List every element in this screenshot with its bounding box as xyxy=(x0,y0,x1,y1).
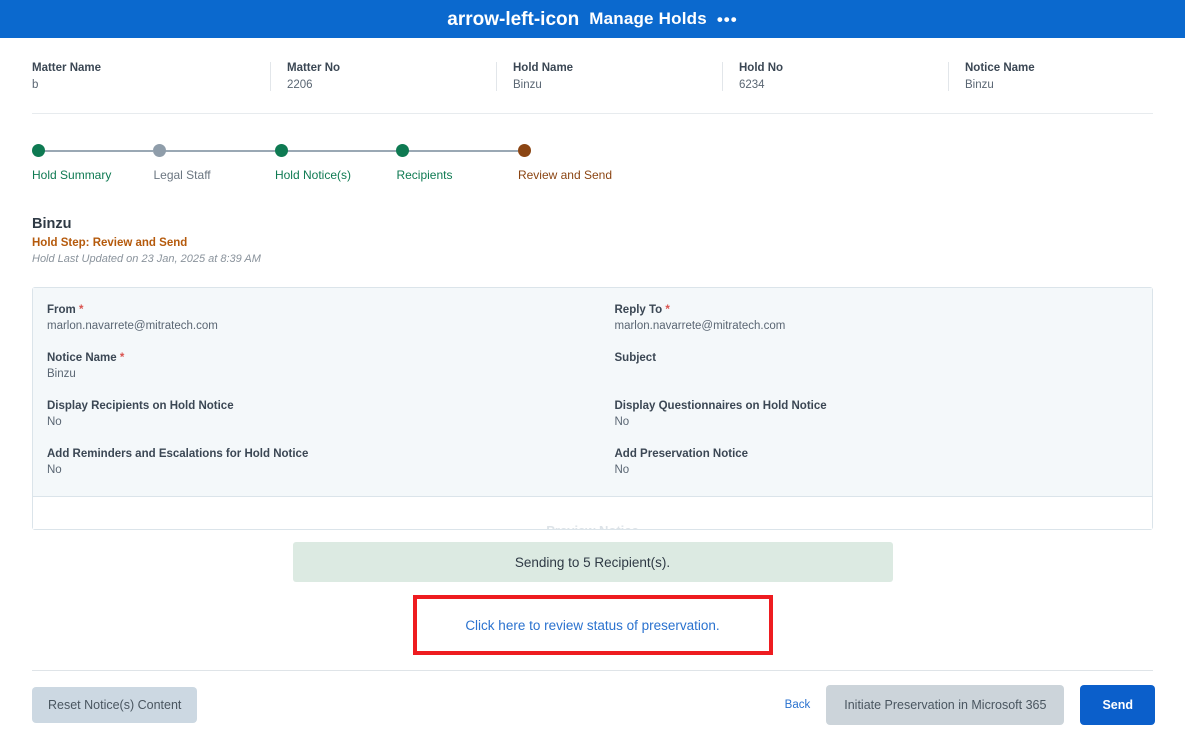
step-dot xyxy=(274,144,288,157)
hold-progress-stepper: Hold Summary Legal Staff Hold Notice(s) … xyxy=(0,114,1185,182)
hold-last-updated: Hold Last Updated on 23 Jan, 2025 at 8:3… xyxy=(32,253,261,265)
field-label: From * xyxy=(47,304,84,316)
meta-value: Binzu xyxy=(513,79,542,91)
field-from: From * marlon.navarrete@mitratech.com xyxy=(47,304,579,334)
step-dot xyxy=(396,144,410,157)
field-reply-to: Reply To * marlon.navarrete@mitratech.co… xyxy=(615,304,1139,334)
step-connector-line xyxy=(38,150,154,152)
meta-label: Notice Name xyxy=(965,62,1035,74)
meta-value: Binzu xyxy=(965,79,994,91)
step-connector-line xyxy=(402,150,518,152)
field-label: Notice Name * xyxy=(47,352,125,364)
overflow-menu-icon[interactable]: ••• xyxy=(717,11,738,28)
footer-action-bar: Reset Notice(s) Content Back Initiate Pr… xyxy=(0,671,1185,725)
step-review-and-send[interactable]: Review and Send xyxy=(517,144,612,182)
page-title: Manage Holds xyxy=(589,9,707,28)
step-label: Hold Summary xyxy=(32,168,112,182)
meta-label: Hold Name xyxy=(513,62,574,74)
field-display-recipients: Display Recipients on Hold Notice No xyxy=(47,400,579,430)
preservation-status-highlight-box: Click here to review status of preservat… xyxy=(412,595,773,655)
step-connector-line xyxy=(280,150,397,152)
back-arrow-icon[interactable]: arrow-left-icon xyxy=(447,10,579,29)
step-dot xyxy=(517,144,531,157)
field-value: No xyxy=(614,464,630,476)
required-marker: * xyxy=(75,304,84,316)
field-value: No xyxy=(47,416,62,428)
send-button[interactable]: Send xyxy=(1080,685,1155,725)
field-label: Subject xyxy=(614,352,657,364)
banner-text: Sending to 5 Recipient(s). xyxy=(514,554,671,570)
field-value: No xyxy=(47,464,62,476)
initiate-preservation-button[interactable]: Initiate Preservation in Microsoft 365 xyxy=(826,685,1065,725)
field-label: Reply To * xyxy=(614,304,670,316)
step-dot xyxy=(153,144,167,157)
field-value: marlon.navarrete@mitratech.com xyxy=(614,320,786,332)
field-label: Add Preservation Notice xyxy=(614,448,749,460)
app-top-bar: arrow-left-icon Manage Holds ••• xyxy=(0,0,1185,38)
step-hold-summary[interactable]: Hold Summary xyxy=(32,144,154,182)
step-connector-line xyxy=(159,150,275,152)
field-add-reminders-escalations: Add Reminders and Escalations for Hold N… xyxy=(47,448,579,478)
step-label: Hold Notice(s) xyxy=(274,168,351,182)
preservation-status-link[interactable]: Click here to review status of preservat… xyxy=(465,618,719,633)
meta-label: Matter Name xyxy=(32,62,102,74)
hold-step-label: Hold Step: Review and Send xyxy=(32,237,188,249)
field-add-preservation-notice: Add Preservation Notice No xyxy=(615,448,1139,478)
field-label: Add Reminders and Escalations for Hold N… xyxy=(47,448,309,460)
step-label: Review and Send xyxy=(517,168,612,182)
field-value xyxy=(615,368,1139,382)
step-label: Recipients xyxy=(396,168,453,182)
meta-value: 6234 xyxy=(739,79,765,91)
step-recipients[interactable]: Recipients xyxy=(396,144,518,182)
details-column-left: From * marlon.navarrete@mitratech.com No… xyxy=(33,304,593,480)
notice-details-panel: From * marlon.navarrete@mitratech.com No… xyxy=(32,287,1153,530)
field-subject: Subject xyxy=(615,352,1139,382)
hold-header: Binzu Hold Step: Review and Send Hold La… xyxy=(0,182,1185,265)
field-label: Display Recipients on Hold Notice xyxy=(47,400,234,412)
panel-footer: Preview Notice xyxy=(33,497,1152,529)
meta-label: Matter No xyxy=(287,62,341,74)
reset-notice-content-button[interactable]: Reset Notice(s) Content xyxy=(32,687,198,723)
meta-item-matter-name: Matter Name b xyxy=(32,62,270,91)
field-label: Display Questionnaires on Hold Notice xyxy=(614,400,827,412)
step-label: Legal Staff xyxy=(153,168,211,182)
details-column-right: Reply To * marlon.navarrete@mitratech.co… xyxy=(593,304,1153,480)
step-dot xyxy=(32,144,45,157)
field-value: No xyxy=(614,416,630,428)
required-marker: * xyxy=(662,304,670,316)
meta-item-hold-name: Hold Name Binzu xyxy=(496,62,722,91)
field-value: Binzu xyxy=(47,368,76,380)
meta-item-matter-no: Matter No 2206 xyxy=(270,62,496,91)
hold-name-heading: Binzu xyxy=(32,216,72,232)
field-notice-name: Notice Name * Binzu xyxy=(47,352,579,382)
back-link[interactable]: Back xyxy=(785,699,811,711)
required-marker: * xyxy=(116,352,125,364)
meta-label: Hold No xyxy=(739,62,784,74)
step-legal-staff[interactable]: Legal Staff xyxy=(153,144,275,182)
sending-status-banner: Sending to 5 Recipient(s). xyxy=(292,542,893,582)
matter-meta-strip: Matter Name b Matter No 2206 Hold Name B… xyxy=(0,38,1185,91)
meta-value: 2206 xyxy=(287,79,313,91)
field-value: marlon.navarrete@mitratech.com xyxy=(47,320,218,332)
clipped-preview-notice-text: Preview Notice xyxy=(33,523,1152,529)
meta-item-hold-no: Hold No 6234 xyxy=(722,62,948,91)
step-hold-notices[interactable]: Hold Notice(s) xyxy=(274,144,397,182)
field-display-questionnaires: Display Questionnaires on Hold Notice No xyxy=(615,400,1139,430)
meta-value: b xyxy=(32,79,39,91)
meta-item-notice-name: Notice Name Binzu xyxy=(948,62,1148,91)
